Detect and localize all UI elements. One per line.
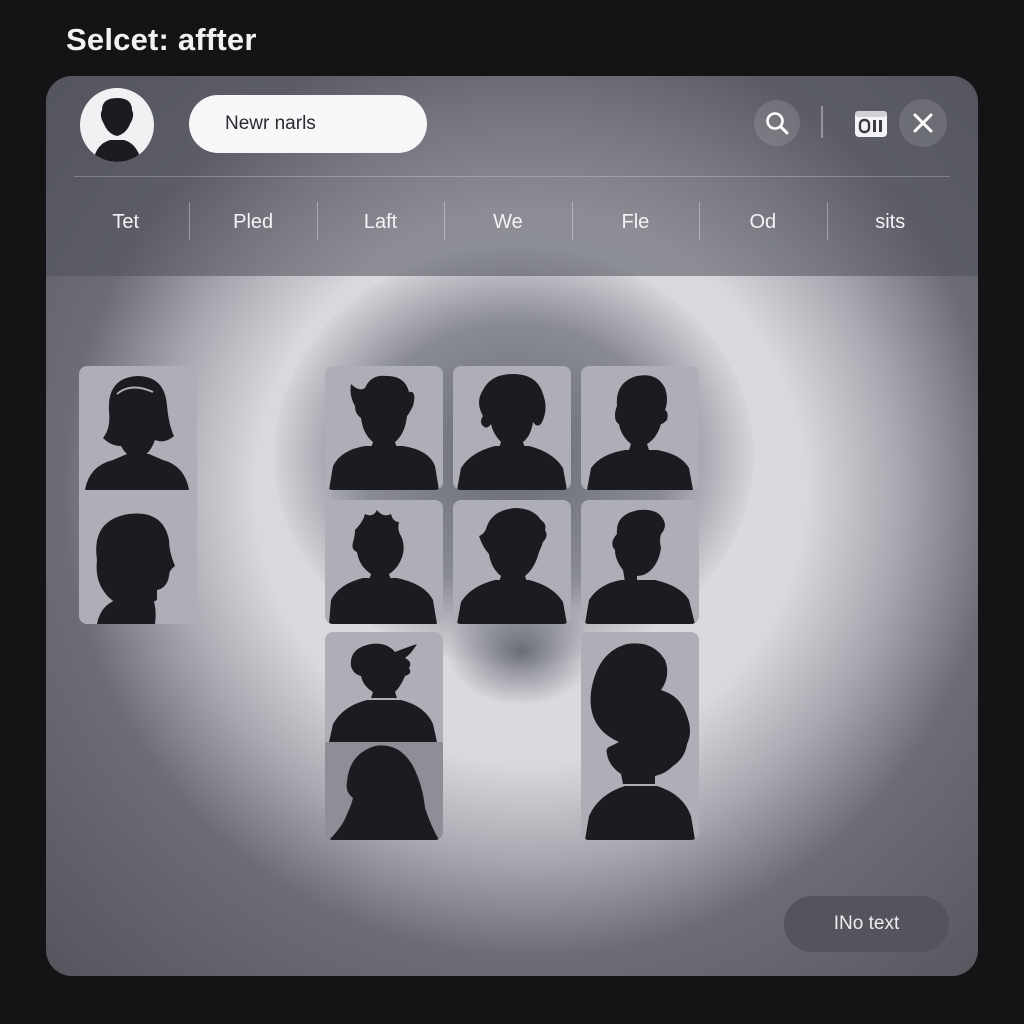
avatar[interactable] [80, 88, 154, 162]
avatar-tile[interactable] [581, 500, 699, 624]
search-icon [766, 112, 789, 135]
person-profile-icon [96, 513, 175, 624]
person-windswept-hair-icon [329, 643, 437, 742]
tab-sits[interactable]: sits [826, 200, 954, 244]
person-short-hair-icon [587, 375, 693, 490]
window-header: Tet Pled Laft We Fle Od sits [46, 76, 978, 276]
avatar-tile[interactable] [325, 366, 443, 490]
camera-button[interactable] [848, 100, 894, 146]
search-button[interactable] [754, 100, 800, 146]
search-input[interactable] [189, 95, 427, 153]
person-bob-hair-icon [85, 376, 189, 490]
tab-we[interactable]: We [444, 200, 571, 244]
tab-laft[interactable]: Laft [316, 200, 444, 244]
avatar-tile[interactable] [453, 366, 571, 490]
person-tall-hair-icon [585, 643, 695, 840]
close-icon [913, 113, 933, 133]
avatar-tile[interactable] [325, 500, 443, 624]
avatar-tile[interactable] [325, 632, 443, 742]
camera-icon [855, 111, 887, 137]
person-messy-hair-icon [329, 510, 437, 624]
person-bearded-icon [585, 509, 695, 624]
person-long-hair-profile-icon [329, 745, 439, 840]
tab-pled[interactable]: Pled [189, 200, 316, 244]
avatar-tile[interactable] [581, 632, 699, 840]
header-divider [821, 106, 823, 138]
person-spiky-hair-icon [329, 375, 439, 490]
avatar-tile[interactable] [79, 500, 197, 624]
header-rule [74, 176, 950, 177]
tab-fle[interactable]: Fle [571, 200, 699, 244]
avatar-tile[interactable] [325, 742, 443, 840]
selection-window: Tet Pled Laft We Fle Od sits [46, 76, 978, 976]
tab-tet[interactable]: Tet [62, 200, 189, 244]
person-pointed-hair-icon [457, 508, 567, 624]
no-text-button[interactable]: INo text [784, 896, 949, 952]
page-title: Selcet: affter [66, 22, 257, 57]
person-silhouette-icon [93, 98, 141, 162]
avatar-tile[interactable] [79, 366, 197, 500]
avatar-tile[interactable] [453, 500, 571, 624]
tab-od[interactable]: Od [699, 200, 826, 244]
close-button[interactable] [899, 99, 947, 147]
tab-bar: Tet Pled Laft We Fle Od sits [62, 200, 954, 244]
person-wavy-hair-icon [457, 374, 567, 490]
avatar-tile[interactable] [581, 366, 699, 490]
